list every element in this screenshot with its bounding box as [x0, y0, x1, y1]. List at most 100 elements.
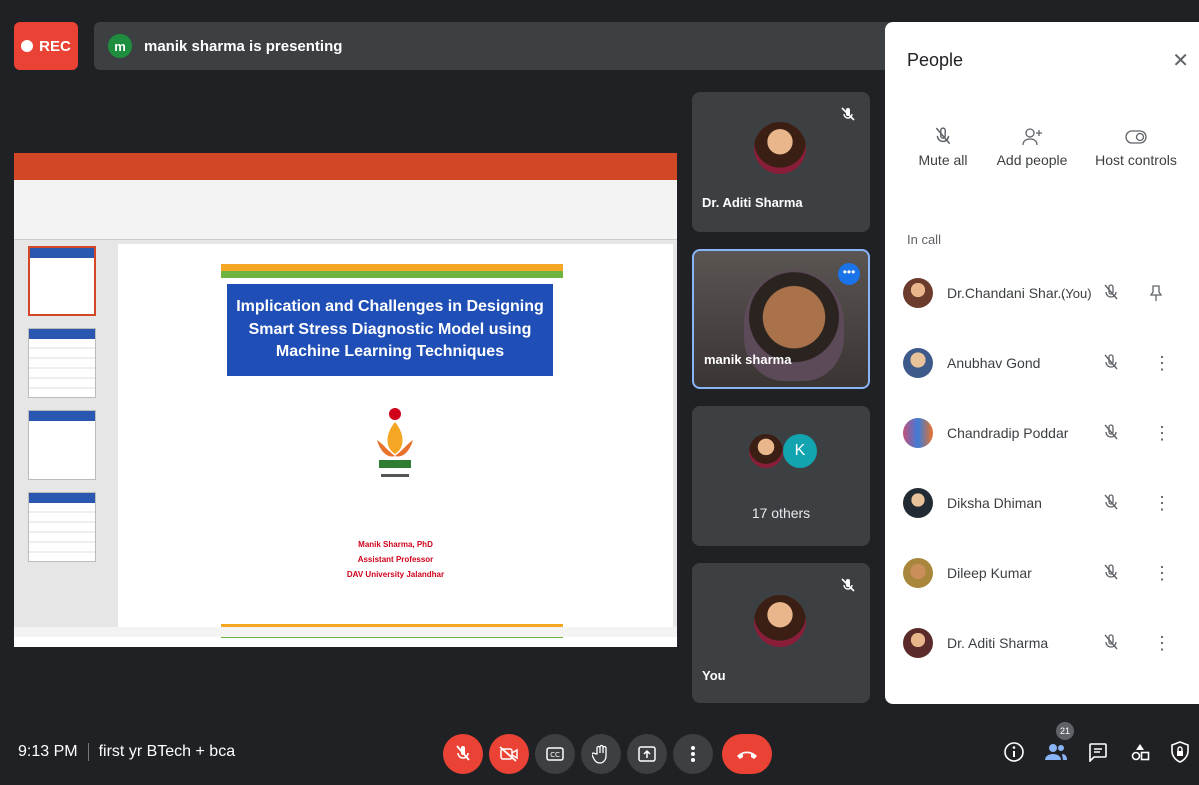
captions-button[interactable]: CC — [535, 734, 575, 774]
presenter-avatar: m — [108, 34, 132, 58]
mute-all-button[interactable]: Mute all — [913, 122, 973, 168]
mic-off-icon[interactable] — [1103, 284, 1119, 302]
participant-row[interactable]: Anubhav Gond ⋮ — [885, 338, 1199, 388]
pin-icon[interactable] — [1149, 284, 1163, 302]
more-options-icon[interactable]: ⋮ — [1153, 563, 1171, 584]
participant-tile-active[interactable]: ••• manik sharma — [692, 249, 870, 389]
mic-off-icon[interactable] — [1103, 564, 1119, 582]
present-screen-icon — [638, 746, 656, 762]
participant-name: Dr. Aditi Sharma — [947, 635, 1049, 651]
raise-hand-button[interactable] — [581, 734, 621, 774]
self-photo — [754, 595, 806, 647]
others-count: 17 others — [751, 505, 811, 521]
participant-tile[interactable]: Dr. Aditi Sharma — [692, 92, 870, 232]
slide-author: Manik Sharma, PhD Assistant Professor DA… — [118, 537, 673, 583]
more-options-icon[interactable]: ••• — [838, 263, 860, 285]
meeting-title: first yr BTech + bca — [98, 743, 236, 760]
mic-off-icon[interactable] — [1103, 494, 1119, 512]
mic-off-icon — [841, 107, 855, 121]
host-controls-button[interactable]: Host controls — [1093, 122, 1179, 168]
shield-lock-icon — [1171, 741, 1189, 763]
mic-off-icon — [841, 578, 855, 592]
participant-photo — [754, 122, 806, 174]
presenting-text: manik sharma is presenting — [144, 37, 343, 55]
recording-label: REC — [39, 37, 71, 55]
camera-toggle-button[interactable] — [489, 734, 529, 774]
mute-all-label: Mute all — [918, 152, 968, 168]
hang-up-icon — [737, 751, 757, 759]
divider — [87, 743, 89, 761]
shared-screen: Implication and Challenges in Designing … — [14, 153, 677, 647]
slide-thumbnail — [28, 492, 96, 562]
participant-row[interactable]: Dileep Kumar ⋮ — [885, 548, 1199, 598]
avatar — [903, 488, 933, 518]
more-vert-icon — [691, 746, 695, 762]
powerpoint-titlebar — [14, 153, 677, 167]
people-icon — [1045, 744, 1067, 760]
add-person-icon — [1022, 128, 1042, 146]
powerpoint-menu — [14, 167, 677, 180]
activities-button[interactable] — [1126, 738, 1154, 766]
participant-row[interactable]: Dr. Aditi Sharma ⋮ — [885, 618, 1199, 668]
add-people-label: Add people — [996, 152, 1068, 168]
present-button[interactable] — [627, 734, 667, 774]
recording-indicator[interactable]: REC — [14, 22, 78, 70]
panel-title: People — [907, 50, 964, 70]
participant-name: Anubhav Gond — [947, 355, 1041, 371]
slide-thumbnail — [28, 410, 96, 480]
people-button[interactable] — [1042, 738, 1070, 766]
participant-name: manik sharma — [704, 352, 792, 367]
mic-off-icon — [935, 127, 951, 145]
info-icon — [1004, 742, 1024, 762]
slide-thumbnail — [28, 328, 96, 398]
slide-title: Implication and Challenges in Designing … — [227, 284, 553, 376]
participant-count-badge: 21 — [1056, 722, 1074, 740]
clock-time: 9:13 PM — [18, 743, 78, 760]
mic-off-icon — [456, 745, 470, 761]
powerpoint-ribbon — [14, 180, 677, 240]
slide-top-band — [221, 264, 563, 278]
participant-name: Dr. Aditi Sharma — [702, 195, 803, 210]
you-tag: (You) — [1061, 285, 1092, 301]
participant-row[interactable]: Chandradip Poddar ⋮ — [885, 408, 1199, 458]
presenting-banner: m manik sharma is presenting — [94, 22, 894, 70]
others-tile[interactable]: K 17 others — [692, 406, 870, 546]
host-controls-label: Host controls — [1095, 152, 1177, 168]
current-slide: Implication and Challenges in Designing … — [118, 244, 673, 644]
participant-row[interactable]: Diksha Dhiman ⋮ — [885, 478, 1199, 528]
participant-avatar-letter: K — [783, 434, 817, 468]
avatar — [903, 418, 933, 448]
university-logo — [377, 408, 413, 477]
self-name: You — [702, 668, 726, 683]
microphone-toggle-button[interactable] — [443, 734, 483, 774]
camera-off-icon — [499, 746, 518, 762]
svg-text:CC: CC — [550, 751, 560, 759]
mic-off-icon[interactable] — [1103, 424, 1119, 442]
participant-name: Diksha Dhiman — [947, 495, 1042, 511]
participant-avatar — [749, 434, 783, 468]
in-call-heading: In call — [907, 232, 941, 247]
powerpoint-workspace: Implication and Challenges in Designing … — [14, 240, 677, 644]
avatar — [903, 558, 933, 588]
more-options-icon[interactable]: ⋮ — [1153, 353, 1171, 374]
leave-call-button[interactable] — [722, 734, 772, 774]
more-options-icon[interactable]: ⋮ — [1153, 633, 1171, 654]
more-options-icon[interactable]: ⋮ — [1153, 493, 1171, 514]
more-options-button[interactable] — [673, 734, 713, 774]
add-people-button[interactable]: Add people — [993, 122, 1071, 168]
self-tile[interactable]: You — [692, 563, 870, 703]
mic-off-icon[interactable] — [1103, 354, 1119, 372]
powerpoint-statusbar — [14, 627, 677, 637]
author-role: Assistant Professor — [357, 555, 434, 565]
mic-off-icon[interactable] — [1103, 634, 1119, 652]
chat-button[interactable] — [1084, 738, 1112, 766]
host-controls-toggle[interactable] — [1166, 738, 1194, 766]
activities-icon — [1131, 744, 1150, 761]
participant-name: Chandradip Poddar — [947, 425, 1069, 441]
close-icon[interactable]: ✕ — [1172, 48, 1189, 73]
avatar — [903, 628, 933, 658]
participant-row[interactable]: Dr.Chandani Shar... (You) — [885, 268, 1199, 318]
author-name: Manik Sharma, PhD — [358, 540, 433, 549]
meeting-details-button[interactable] — [1000, 738, 1028, 766]
more-options-icon[interactable]: ⋮ — [1153, 423, 1171, 444]
